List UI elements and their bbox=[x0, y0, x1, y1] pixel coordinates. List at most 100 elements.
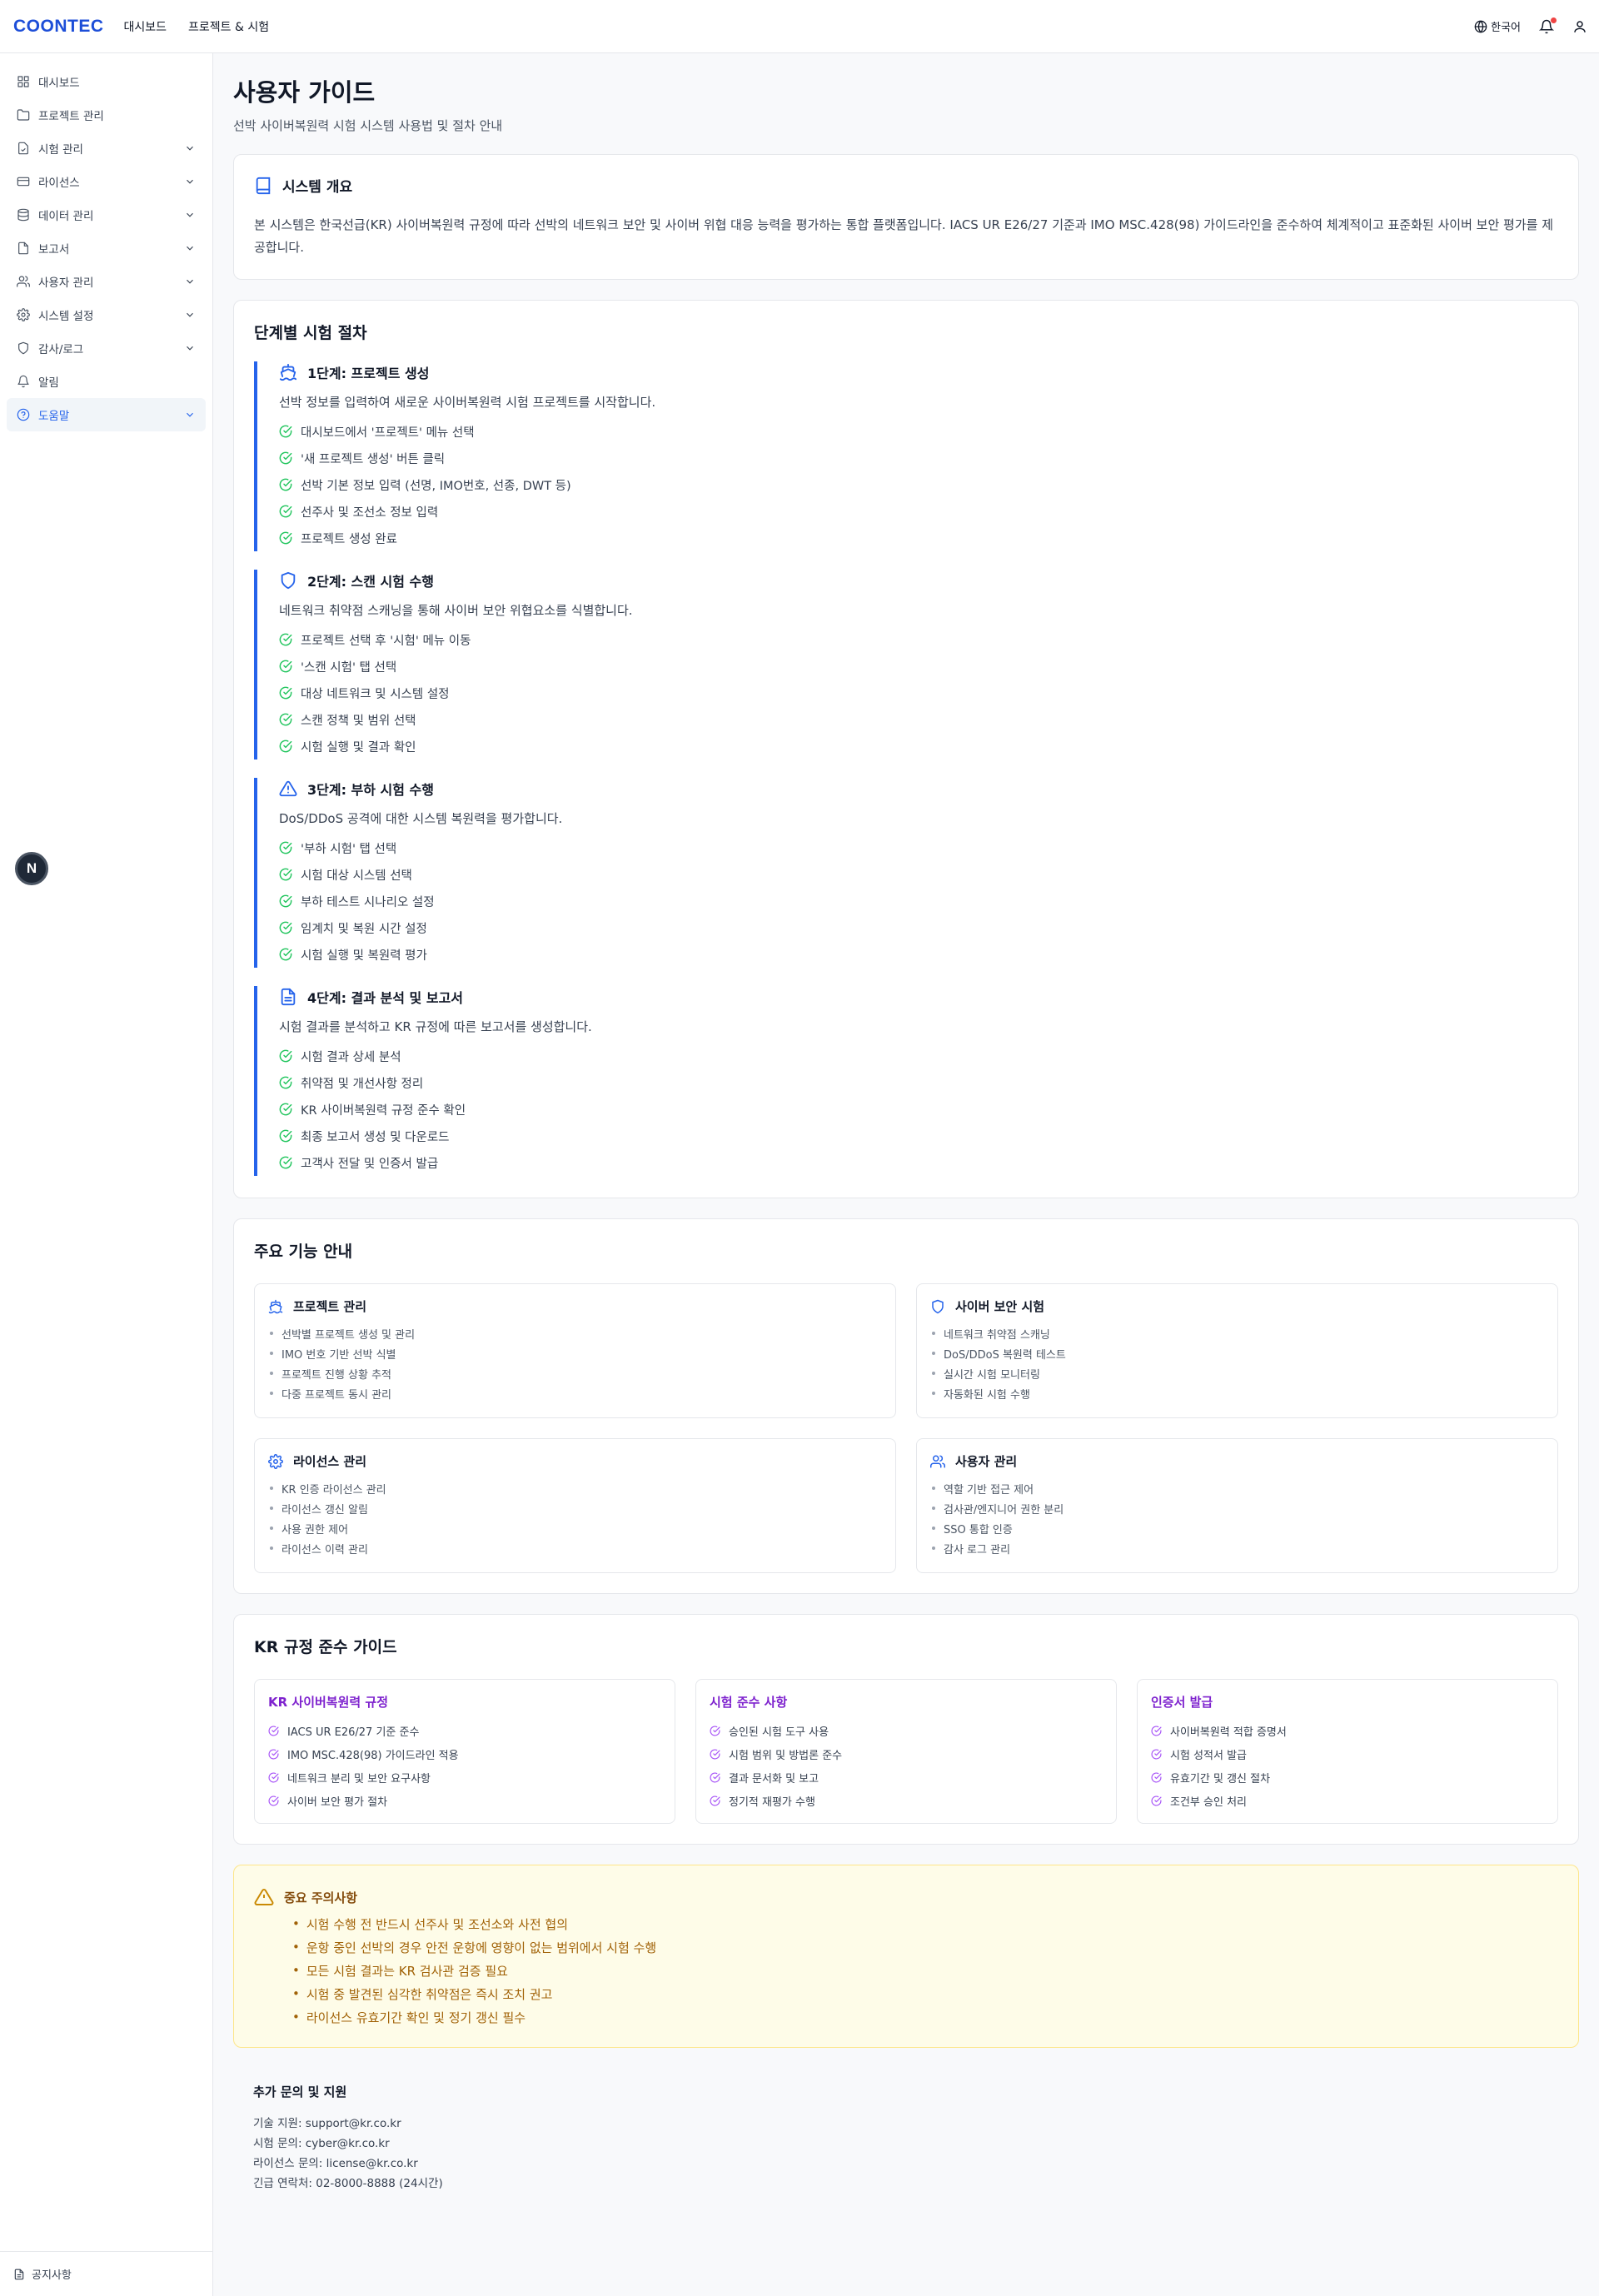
feature-item: 역할 기반 접근 제어 bbox=[930, 1478, 1544, 1498]
checklist-text: 임계치 및 복원 시간 설정 bbox=[301, 922, 427, 936]
sidebar-item-3[interactable]: 라이선스 bbox=[7, 165, 206, 198]
warning-item: 라이선스 유효기간 확인 및 정기 갱신 필수 bbox=[306, 2005, 1558, 2029]
floating-n-badge[interactable]: N bbox=[15, 852, 48, 885]
feature-card-title: 사이버 보안 시험 bbox=[955, 1299, 1045, 1314]
check-circle-icon bbox=[279, 1129, 292, 1143]
warning-box: 중요 주의사항 시험 수행 전 반드시 선주사 및 조선소와 사전 협의운항 중… bbox=[233, 1865, 1579, 2048]
compliance-item: IMO MSC.428(98) 가이드라인 적용 bbox=[268, 1742, 661, 1766]
sidebar-item-0[interactable]: 대시보드 bbox=[7, 65, 206, 98]
sidebar-item-8[interactable]: 감사/로그 bbox=[7, 331, 206, 365]
contact-line: 라이선스 문의: license@kr.co.kr bbox=[253, 2157, 418, 2170]
check-circle-icon bbox=[279, 1049, 292, 1063]
steps-title: 단계별 시험 절차 bbox=[254, 324, 367, 342]
step-header: 3단계: 부하 시험 수행 bbox=[279, 778, 1558, 799]
checklist-item: '새 프로젝트 생성' 버튼 클릭 bbox=[279, 445, 1558, 471]
checklist-item: 선박 기본 정보 입력 (선명, IMO번호, 선종, DWT 등) bbox=[279, 471, 1558, 498]
contact-title: 추가 문의 및 지원 bbox=[253, 2084, 347, 2099]
feature-item: 프로젝트 진행 상황 추적 bbox=[268, 1363, 882, 1383]
feature-card-header: 사용자 관리 bbox=[930, 1452, 1544, 1470]
report-icon bbox=[18, 242, 28, 255]
check-circle-icon bbox=[279, 633, 292, 646]
user-menu-button[interactable] bbox=[1572, 19, 1587, 34]
checklist-item: 취약점 및 개선사항 정리 bbox=[279, 1069, 1558, 1096]
compliance-text: 정기적 재평가 수행 bbox=[729, 1795, 815, 1809]
contact-lines: 기술 지원: support@kr.co.kr 시험 문의: cyber@kr.c… bbox=[253, 2112, 1559, 2192]
compliance-text: 유효기간 및 갱신 절차 bbox=[1170, 1772, 1271, 1786]
warning-item: 모든 시험 결과는 KR 검사관 검증 필요 bbox=[306, 1959, 1558, 1982]
checklist-item: KR 사이버복원력 규정 준수 확인 bbox=[279, 1096, 1558, 1123]
logo[interactable]: COONTEC bbox=[13, 17, 104, 37]
checklist-item: 시험 결과 상세 분석 bbox=[279, 1043, 1558, 1069]
feature-item: 네트워크 취약점 스캐닝 bbox=[930, 1323, 1544, 1343]
top-nav-dashboard[interactable]: 대시보드 bbox=[124, 18, 167, 35]
sidebar-item-5[interactable]: 보고서 bbox=[7, 232, 206, 265]
warning-list: 시험 수행 전 반드시 선주사 및 조선소와 사전 협의운항 중인 선박의 경우… bbox=[306, 1912, 1558, 2029]
compliance-item: 사이버 보안 평가 절차 bbox=[268, 1789, 661, 1812]
check-circle-icon bbox=[268, 1726, 279, 1736]
sidebar-item-1[interactable]: 프로젝트 관리 bbox=[7, 98, 206, 132]
check-circle-icon bbox=[279, 660, 292, 673]
check-circle-icon bbox=[279, 478, 292, 491]
sidebar-item-4[interactable]: 데이터 관리 bbox=[7, 198, 206, 232]
feature-item: KR 인증 라이선스 관리 bbox=[268, 1478, 882, 1498]
warning-header: 중요 주의사항 bbox=[254, 1887, 1558, 1907]
sidebar-item-label: 대시보드 bbox=[38, 77, 80, 90]
checklist-item: 고객사 전달 및 인증서 발급 bbox=[279, 1149, 1558, 1176]
main-content: 사용자 가이드 선박 사이버복원력 시험 시스템 사용법 및 절차 안내 시스템… bbox=[233, 53, 1579, 2192]
top-nav-projects-tests[interactable]: 프로젝트 & 시험 bbox=[188, 18, 269, 35]
step-description: 네트워크 취약점 스캐닝을 통해 사이버 보안 위협요소를 식별합니다. bbox=[279, 603, 633, 618]
sidebar-item-label: 감사/로그 bbox=[38, 343, 84, 356]
steps-card: 단계별 시험 절차 1단계: 프로젝트 생성 선박 정보를 입력하여 새로운 사이… bbox=[233, 300, 1579, 1198]
shield-icon bbox=[18, 341, 28, 355]
checklist-text: 부하 테스트 시나리오 설정 bbox=[301, 895, 435, 909]
feature-list: 네트워크 취약점 스캐닝 DoS/DDoS 복원력 테스트 실시간 시험 모니터링 자… bbox=[930, 1323, 1544, 1403]
step-1: 1단계: 프로젝트 생성 선박 정보를 입력하여 새로운 사이버복원력 시험 프로… bbox=[254, 361, 1558, 551]
check-circle-icon bbox=[279, 1076, 292, 1089]
feature-grid: 프로젝트 관리 선박별 프로젝트 생성 및 관리 IMO 번호 기반 선박 식별 프로… bbox=[254, 1283, 1558, 1573]
notifications-button[interactable] bbox=[1539, 17, 1557, 34]
sidebar-item-2[interactable]: 시험 관리 bbox=[7, 132, 206, 165]
sidebar-item-label: 보고서 bbox=[38, 243, 70, 256]
feature-item: 선박별 프로젝트 생성 및 관리 bbox=[268, 1323, 882, 1343]
step-description: DoS/DDoS 공격에 대한 시스템 복원력을 평가합니다. bbox=[279, 811, 563, 826]
sidebar-item-label: 프로젝트 관리 bbox=[38, 110, 104, 123]
sidebar-item-label: 알림 bbox=[38, 376, 59, 390]
overview-card: 시스템 개요 본 시스템은 한국선급(KR) 사이버복원력 규정에 따라 선박의… bbox=[233, 154, 1579, 280]
feature-card-title: 라이선스 관리 bbox=[293, 1454, 367, 1469]
checklist-text: 시험 실행 및 결과 확인 bbox=[301, 740, 416, 755]
sidebar-item-label: 라이선스 bbox=[38, 177, 80, 190]
card-icon bbox=[17, 177, 30, 187]
chevron-down-icon bbox=[187, 279, 193, 284]
feature-card: 프로젝트 관리 선박별 프로젝트 생성 및 관리 IMO 번호 기반 선박 식별 프로… bbox=[254, 1283, 896, 1418]
step-checklist: 시험 결과 상세 분석 취약점 및 개선사항 정리 KR 사이버복원력 규정 준수 … bbox=[279, 1043, 1558, 1176]
sidebar-item-9[interactable]: 알림 bbox=[7, 365, 206, 398]
checklist-item: 최종 보고서 생성 및 다운로드 bbox=[279, 1123, 1558, 1149]
bell-icon bbox=[17, 375, 29, 388]
compliance-item: 유효기간 및 갱신 절차 bbox=[1151, 1766, 1544, 1789]
sidebar-footer-notices[interactable]: 공지사항 bbox=[0, 2251, 212, 2296]
compliance-item: 시험 성적서 발급 bbox=[1151, 1742, 1544, 1766]
feature-item: 감사 로그 관리 bbox=[930, 1538, 1544, 1558]
checklist-item: '부하 시험' 탭 선택 bbox=[279, 834, 1558, 861]
checklist-text: 대상 네트워크 및 시스템 설정 bbox=[301, 687, 450, 701]
language-selector[interactable]: 한국어 bbox=[1474, 18, 1521, 34]
document-icon bbox=[281, 988, 296, 1006]
check-circle-icon bbox=[279, 894, 292, 908]
compliance-item: 결과 문서화 및 보고 bbox=[710, 1766, 1103, 1789]
help-icon bbox=[17, 408, 30, 421]
sidebar-item-7[interactable]: 시스템 설정 bbox=[7, 298, 206, 331]
checklist-text: '새 프로젝트 생성' 버튼 클릭 bbox=[301, 452, 446, 466]
checklist-item: '스캔 시험' 탭 선택 bbox=[279, 653, 1558, 680]
page-title: 사용자 가이드 bbox=[233, 78, 376, 107]
checklist-item: 스캔 정책 및 범위 선택 bbox=[279, 706, 1558, 733]
warning-title: 중요 주의사항 bbox=[284, 1890, 358, 1905]
sidebar-item-6[interactable]: 사용자 관리 bbox=[7, 265, 206, 298]
compliance-item: 시험 범위 및 방법론 준수 bbox=[710, 1742, 1103, 1766]
checklist-text: '부하 시험' 탭 선택 bbox=[301, 842, 397, 856]
overview-header: 시스템 개요 bbox=[254, 175, 1558, 196]
ship-icon bbox=[279, 363, 297, 381]
chevron-down-icon bbox=[187, 212, 193, 217]
ship-icon bbox=[268, 1299, 283, 1313]
checklist-item: 선주사 및 조선소 정보 입력 bbox=[279, 498, 1558, 525]
sidebar-item-10[interactable]: 도움말 bbox=[7, 398, 206, 431]
